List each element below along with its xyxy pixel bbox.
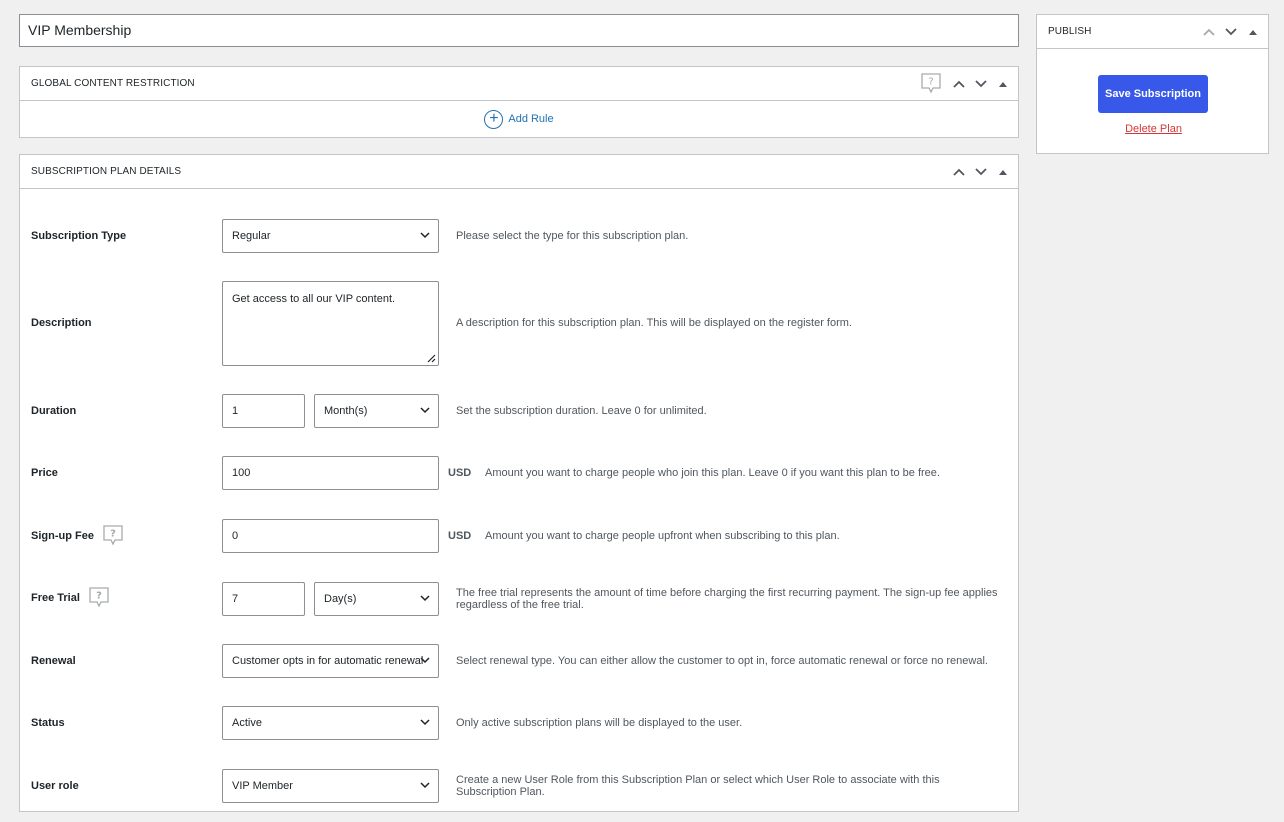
signup-fee-input[interactable]: 0 (222, 519, 439, 553)
delete-plan-link[interactable]: Delete Plan (1037, 123, 1270, 135)
help-bubble-icon[interactable]: ? (920, 72, 942, 99)
renewal-help: Select renewal type. You can either allo… (456, 655, 988, 667)
selected-value: Day(s) (324, 593, 357, 605)
input-value: 0 (232, 530, 239, 542)
input-value: 100 (232, 467, 251, 479)
label-text: Price (31, 467, 58, 479)
free-trial-input[interactable]: 7 (222, 582, 305, 616)
postbox-header: SUBSCRIPTION PLAN DETAILS (20, 155, 1018, 189)
selected-value: Month(s) (324, 405, 368, 417)
postbox-header: GLOBAL CONTENT RESTRICTION ? (20, 67, 1018, 101)
plus-circle-icon: + (484, 109, 504, 129)
publish-box: PUBLISH Save Subscription Delete Plan (1036, 14, 1269, 154)
help-bubble-icon[interactable]: ? (88, 586, 110, 611)
signup-fee-label: Sign-up Fee ? (31, 524, 124, 549)
box-title: PUBLISH (1048, 26, 1092, 37)
subscription-type-label: Subscription Type (31, 229, 126, 243)
chevron-down-icon[interactable] (970, 155, 992, 189)
chevron-up-icon[interactable] (948, 155, 970, 189)
renewal-select[interactable]: Customer opts in for automatic renewal (222, 644, 439, 678)
label-text: Free Trial (31, 592, 80, 604)
subscription-type-select[interactable]: Regular (222, 219, 439, 253)
svg-text:?: ? (928, 77, 933, 88)
caret-up-icon[interactable] (992, 67, 1014, 101)
duration-unit-select[interactable]: Month(s) (314, 394, 439, 428)
duration-help: Set the subscription duration. Leave 0 f… (456, 405, 707, 417)
free-trial-label: Free Trial ? (31, 586, 110, 611)
chevron-down-icon[interactable] (970, 67, 992, 101)
box-title: GLOBAL CONTENT RESTRICTION (31, 78, 195, 89)
description-help: A description for this subscription plan… (456, 317, 852, 329)
chevron-down-icon (420, 719, 430, 726)
status-select[interactable]: Active (222, 706, 439, 740)
selected-value: Active (232, 717, 262, 729)
chevron-down-icon (420, 782, 430, 789)
chevron-down-icon (420, 407, 430, 414)
chevron-down-icon (420, 595, 430, 602)
duration-label: Duration (31, 404, 76, 418)
selected-value: Customer opts in for automatic renewal (232, 655, 424, 667)
svg-text:?: ? (110, 528, 116, 539)
postbox-header: PUBLISH (1037, 15, 1268, 49)
description-textarea[interactable]: Get access to all our VIP content. (222, 281, 439, 366)
user-role-help: Create a new User Role from this Subscri… (456, 774, 940, 798)
help-bubble-icon[interactable]: ? (102, 524, 124, 549)
selected-value: Regular (232, 230, 271, 242)
status-help: Only active subscription plans will be d… (456, 717, 743, 729)
label-text: Sign-up Fee (31, 530, 94, 542)
add-rule-label: Add Rule (508, 113, 554, 125)
handle-actions (948, 155, 1014, 189)
input-value: 7 (232, 593, 239, 605)
price-currency: USD (448, 467, 472, 479)
price-label: Price (31, 466, 58, 480)
save-subscription-button[interactable]: Save Subscription (1098, 75, 1208, 113)
label-text: Subscription Type (31, 230, 127, 242)
label-text: Description (31, 317, 92, 329)
signup-fee-help: Amount you want to charge people upfront… (485, 530, 840, 542)
svg-text:?: ? (96, 590, 102, 601)
caret-up-icon[interactable] (1242, 15, 1264, 49)
subscription-plan-details-box: SUBSCRIPTION PLAN DETAILS Subscription T… (19, 154, 1019, 812)
free-trial-help: The free trial represents the amount of … (456, 587, 998, 611)
status-label: Status (31, 716, 65, 730)
duration-input[interactable]: 1 (222, 394, 305, 428)
user-role-select[interactable]: VIP Member (222, 769, 439, 803)
chevron-up-icon[interactable] (1198, 15, 1220, 49)
label-text: Status (31, 717, 65, 729)
label-text: Renewal (31, 655, 76, 667)
global-content-restriction-box: GLOBAL CONTENT RESTRICTION ? + Add Rule (19, 66, 1019, 138)
handle-actions (1198, 15, 1264, 49)
price-help: Amount you want to charge people who joi… (485, 467, 940, 479)
chevron-down-icon[interactable] (1220, 15, 1242, 49)
subscription-type-help: Please select the type for this subscrip… (456, 230, 689, 242)
free-trial-unit-select[interactable]: Day(s) (314, 582, 439, 616)
price-input[interactable]: 100 (222, 456, 439, 490)
signup-fee-currency: USD (448, 530, 472, 542)
handle-actions (948, 67, 1014, 101)
chevron-down-icon (420, 657, 430, 664)
resize-handle-icon[interactable] (427, 354, 436, 363)
input-value: 1 (232, 405, 239, 417)
plan-title-input[interactable]: VIP Membership (19, 14, 1019, 47)
user-role-label: User role (31, 779, 79, 793)
selected-value: VIP Member (232, 780, 293, 792)
label-text: User role (31, 780, 79, 792)
add-rule-button[interactable]: + Add Rule (20, 101, 1018, 137)
chevron-up-icon[interactable] (948, 67, 970, 101)
label-text: Duration (31, 405, 77, 417)
box-title: SUBSCRIPTION PLAN DETAILS (31, 166, 182, 177)
caret-up-icon[interactable] (992, 155, 1014, 189)
renewal-label: Renewal (31, 654, 76, 668)
textarea-value: Get access to all our VIP content. (232, 293, 396, 305)
description-label: Description (31, 316, 92, 330)
chevron-down-icon (420, 232, 430, 239)
